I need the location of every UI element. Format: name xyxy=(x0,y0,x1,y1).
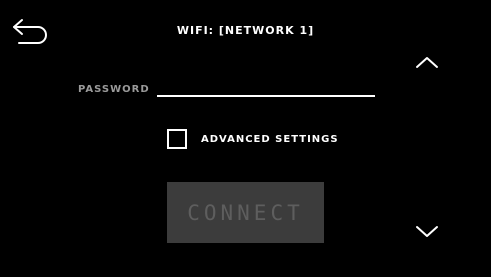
password-field[interactable] xyxy=(157,78,375,97)
back-arrow-icon xyxy=(13,19,47,44)
advanced-settings-label: ADVANCED SETTINGS xyxy=(201,133,339,145)
connect-button[interactable]: CONNECT xyxy=(167,182,324,243)
chevron-down-icon xyxy=(416,226,438,237)
back-button[interactable] xyxy=(10,14,52,50)
chevron-up-icon xyxy=(416,57,438,68)
page-title: WIFI: [NETWORK 1] xyxy=(176,24,315,37)
password-label: PASSWORD xyxy=(78,84,150,95)
advanced-settings-checkbox[interactable] xyxy=(167,129,187,149)
scroll-up-button[interactable] xyxy=(413,52,441,72)
scroll-down-button[interactable] xyxy=(413,222,441,242)
wifi-settings-screen: WIFI: [NETWORK 1] PASSWORD ADVANCED SETT… xyxy=(0,0,491,277)
advanced-settings-toggle[interactable]: ADVANCED SETTINGS xyxy=(167,127,339,151)
